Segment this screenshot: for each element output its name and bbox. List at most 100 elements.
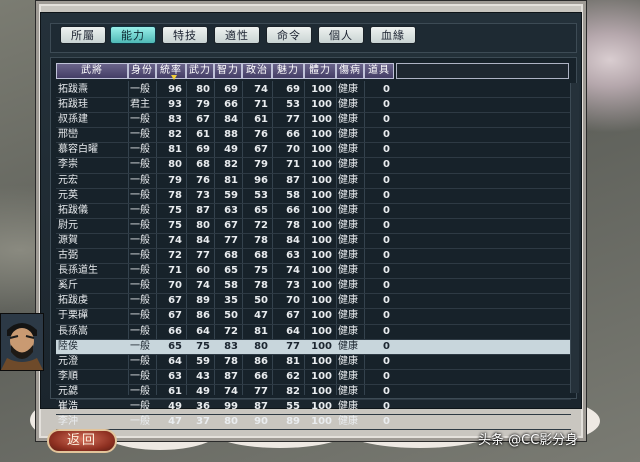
table-cell: 健康 [338, 280, 358, 292]
tab-3[interactable]: 特技 [162, 26, 208, 44]
table-cell: 61 [196, 129, 210, 141]
table-cell: 81 [224, 174, 238, 186]
table-cell: 一般 [130, 385, 150, 397]
tab-5[interactable]: 命令 [266, 26, 312, 44]
tab-2[interactable]: 能力 [110, 26, 156, 44]
table-cell: 50 [224, 310, 238, 322]
column-header-1[interactable]: 武將 [56, 63, 128, 79]
table-cell: 0 [383, 310, 390, 322]
table-row[interactable]: 叔孫建 一般 83 67 84 61 77 100 健康 0 [56, 113, 571, 129]
table-cell: 59 [196, 355, 210, 367]
table-cell: 一般 [130, 174, 150, 186]
table-row[interactable]: 元勰 一般 61 49 74 77 82 100 健康 0 [56, 385, 571, 400]
table-cell: 0 [383, 370, 390, 382]
table-row[interactable]: 元英 一般 78 73 59 53 58 100 健康 0 [56, 189, 571, 204]
tab-4[interactable]: 適性 [214, 26, 260, 44]
table-row[interactable]: 邢巒 一般 82 61 88 76 66 100 健康 0 [56, 128, 571, 144]
table-cell: 健康 [338, 234, 358, 246]
table-row[interactable]: 尉元 一般 75 80 67 72 78 100 健康 0 [56, 219, 571, 234]
table-cell: 健康 [338, 385, 358, 397]
table-cell: 69 [224, 84, 238, 95]
table-row[interactable]: 拓跋燾 一般 96 80 69 74 69 100 健康 0 [56, 83, 571, 99]
table-cell: 100 [311, 400, 332, 412]
table-cell: 87 [224, 370, 238, 382]
table-cell: 90 [254, 416, 268, 428]
table-cell: 叔孫建 [58, 114, 88, 126]
column-header-9[interactable]: 傷病 [336, 63, 364, 79]
column-header-2[interactable]: 身份 [128, 63, 156, 79]
table-cell: 74 [196, 280, 210, 292]
table-cell: 58 [224, 280, 238, 292]
table-cell: 100 [311, 99, 332, 111]
table-row[interactable]: 于栗磾 一般 67 86 50 47 67 100 健康 0 [56, 309, 571, 325]
column-header-8[interactable]: 體力 [304, 63, 336, 79]
table-cell: 72 [168, 250, 182, 262]
table-cell: 68 [224, 250, 238, 262]
table-cell: 37 [196, 416, 210, 428]
table-row[interactable]: 奚斤 一般 70 74 58 78 73 100 健康 0 [56, 279, 571, 295]
table-cell: 健康 [338, 84, 358, 95]
table-cell: 100 [311, 340, 332, 352]
table-cell: 0 [383, 159, 390, 171]
column-header-5[interactable]: 智力 [214, 63, 242, 79]
table-row[interactable]: 古弼 一般 72 77 68 68 63 100 健康 0 [56, 249, 571, 265]
table-cell: 拓跋珪 [58, 99, 88, 111]
column-header-4[interactable]: 武力 [186, 63, 214, 79]
table-row[interactable]: 元澄 一般 64 59 78 86 81 100 健康 0 [56, 355, 571, 370]
table-cell: 81 [254, 325, 268, 337]
table-cell: 100 [311, 129, 332, 141]
table-cell: 78 [254, 280, 268, 292]
table-row[interactable]: 崔浩 一般 49 36 99 87 55 100 健康 0 [56, 400, 571, 416]
table-cell: 78 [168, 189, 182, 201]
table-cell: 慕容白曜 [58, 144, 98, 156]
table-row[interactable]: 拓跋虔 一般 67 89 35 50 70 100 健康 0 [56, 294, 571, 310]
table-cell: 100 [311, 325, 332, 337]
table-cell: 81 [286, 355, 300, 367]
tab-6[interactable]: 個人 [318, 26, 364, 44]
table-cell: 君主 [130, 99, 150, 111]
table-cell: 元澄 [58, 355, 78, 367]
table-row[interactable]: 拓跋珪 君主 93 79 66 71 53 100 健康 0 [56, 98, 571, 114]
table-cell: 47 [254, 310, 268, 322]
table-cell: 0 [383, 250, 390, 262]
table-cell: 古弼 [58, 250, 78, 262]
table-row[interactable]: 李沖 一般 47 37 80 90 89 100 健康 0 [56, 415, 571, 431]
table-cell: 63 [286, 250, 300, 262]
table-cell: 100 [311, 219, 332, 231]
table-cell: 74 [168, 234, 182, 246]
table-cell: 61 [168, 385, 182, 397]
table-cell: 一般 [130, 325, 150, 337]
table-row[interactable]: 元宏 一般 79 76 81 96 87 100 健康 0 [56, 174, 571, 189]
table-row[interactable]: 長孫道生 一般 71 60 65 75 74 100 健康 0 [56, 264, 571, 280]
table-cell: 一般 [130, 280, 150, 292]
table-row[interactable]: 源賀 一般 74 84 77 78 84 100 健康 0 [56, 234, 571, 250]
table-scrollbar[interactable] [570, 83, 579, 393]
table-cell: 元英 [58, 189, 78, 201]
table-row[interactable]: 李順 一般 63 43 87 66 62 100 健康 0 [56, 370, 571, 385]
table-cell: 77 [286, 340, 300, 352]
tab-7[interactable]: 血緣 [370, 26, 416, 44]
table-row[interactable]: 長孫嵩 一般 66 64 72 81 64 100 健康 0 [56, 325, 571, 340]
column-header-7[interactable]: 魅力 [272, 63, 304, 79]
table-cell: 0 [383, 385, 390, 397]
table-row[interactable]: 李崇 一般 80 68 82 79 71 100 健康 0 [56, 158, 571, 174]
watermark-text: 头条 @CC影分身 [478, 433, 579, 448]
back-button[interactable]: 返回 [47, 429, 117, 453]
column-header-6[interactable]: 政治 [242, 63, 272, 79]
table-cell: 一般 [130, 84, 150, 95]
table-cell: 80 [168, 159, 182, 171]
table-row[interactable]: 陸俟 一般 65 75 83 80 77 100 健康 0 [56, 339, 571, 355]
table-cell: 84 [286, 234, 300, 246]
table-cell: 74 [286, 265, 300, 277]
table-cell: 74 [254, 84, 268, 95]
table-row[interactable]: 拓跋儀 一般 75 87 63 65 66 100 健康 0 [56, 204, 571, 219]
tab-1[interactable]: 所屬 [60, 26, 106, 44]
table-cell: 73 [286, 280, 300, 292]
table-cell: 86 [196, 310, 210, 322]
table-cell: 89 [196, 295, 210, 307]
table-row[interactable]: 慕容白曜 一般 81 69 49 67 70 100 健康 0 [56, 143, 571, 159]
table-cell: 0 [383, 234, 390, 246]
table-cell: 61 [254, 114, 268, 126]
column-header-10[interactable]: 道具 [364, 63, 394, 79]
table-cell: 100 [311, 84, 332, 95]
